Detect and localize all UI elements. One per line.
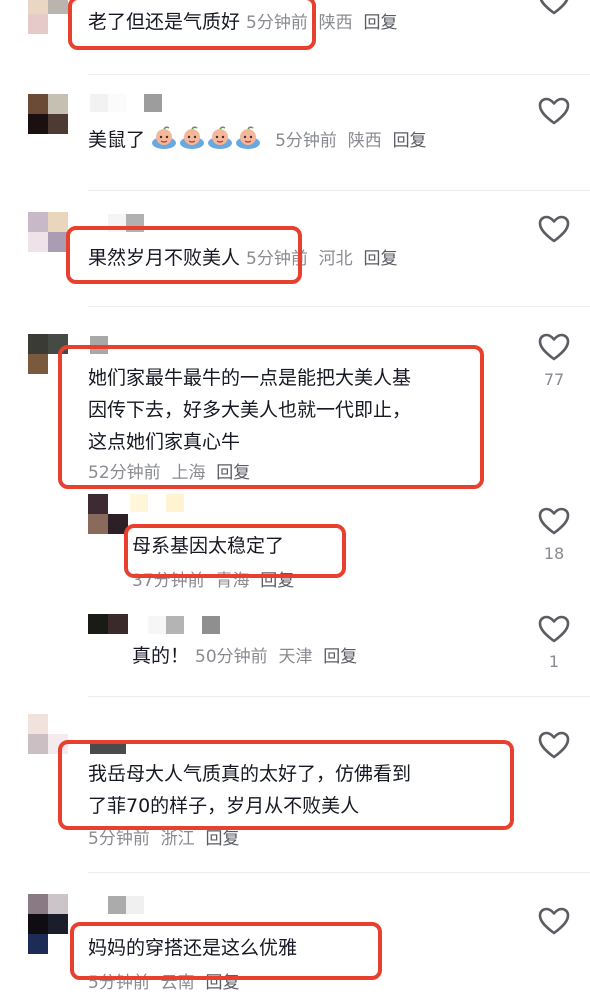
comment-time: 52分钟前 <box>88 463 161 483</box>
username-redacted[interactable] <box>130 494 184 512</box>
comment-text: 美鼠了 <box>88 129 146 151</box>
comment-text: 因传下去，好多大美人也就一代即止， <box>88 399 412 421</box>
avatar[interactable] <box>28 714 68 754</box>
comment-text: 她们家最牛最牛的一点是能把大美人基 <box>88 367 412 389</box>
heart-outline-icon[interactable] <box>538 906 570 936</box>
heart-outline-icon[interactable] <box>538 214 570 244</box>
comment-time: 50分钟前 <box>195 647 268 667</box>
reply-button[interactable]: 回复 <box>260 571 294 591</box>
avatar[interactable] <box>28 94 68 134</box>
comment-time: 5分钟前 <box>88 973 150 993</box>
comment-location: 青海 <box>215 571 250 591</box>
comment-time: 5分钟前 <box>275 131 337 151</box>
comment-text-line: 真的！ 50分钟前 天津 回复 <box>132 640 357 673</box>
comment-text: 妈妈的穿搭还是这么优雅 <box>88 937 298 959</box>
avatar[interactable] <box>28 212 68 252</box>
peach-face-emoji <box>235 126 261 150</box>
heart-outline-icon[interactable] <box>538 96 570 126</box>
divider <box>88 74 590 75</box>
comment-location: 云南 <box>160 973 195 993</box>
divider <box>88 696 590 697</box>
comment-text: 了菲70的样子，岁月从不败美人 <box>88 795 360 817</box>
avatar[interactable] <box>28 0 68 34</box>
reply-button[interactable]: 回复 <box>363 249 397 269</box>
comment-location: 陕西 <box>318 13 353 33</box>
comment-text: 真的！ <box>132 645 190 667</box>
comment-time: 37分钟前 <box>132 571 205 591</box>
heart-outline-icon[interactable] <box>538 0 570 16</box>
comment-location: 河北 <box>318 249 353 269</box>
reply-button[interactable]: 回复 <box>393 131 427 151</box>
comment-location: 陕西 <box>347 131 382 151</box>
peach-face-emoji <box>207 126 233 150</box>
username-redacted[interactable] <box>90 214 144 232</box>
comment-text-line: 老了但还是气质好 5分钟前 陕西 回复 <box>88 6 397 39</box>
comment-meta: 37分钟前 青海 回复 <box>132 566 294 591</box>
avatar[interactable] <box>28 894 68 954</box>
comment-text-line: 果然岁月不败美人 5分钟前 河北 回复 <box>88 242 397 275</box>
comment-text: 果然岁月不败美人 <box>88 247 241 269</box>
reply-button[interactable]: 回复 <box>216 463 250 483</box>
username-redacted[interactable] <box>130 616 220 634</box>
comment-location: 上海 <box>171 463 206 483</box>
avatar[interactable] <box>88 494 128 534</box>
comment-text: 母系基因太稳定了 <box>132 535 285 557</box>
heart-outline-icon[interactable] <box>538 332 570 362</box>
comment-text-line: 我岳母大人气质真的太好了，仿佛看到 了菲70的样子，岁月从不败美人 <box>88 758 411 822</box>
comment-time: 5分钟前 <box>88 829 150 849</box>
peach-face-emoji <box>179 126 205 150</box>
comment-time: 5分钟前 <box>246 13 308 33</box>
username-redacted[interactable] <box>90 94 162 112</box>
comment-location: 浙江 <box>160 829 195 849</box>
heart-outline-icon[interactable] <box>538 506 570 536</box>
peach-face-emoji <box>151 126 177 150</box>
heart-outline-icon[interactable] <box>538 614 570 644</box>
comment-meta: 5分钟前 浙江 回复 <box>88 824 239 849</box>
comment-time: 5分钟前 <box>246 249 308 269</box>
avatar[interactable] <box>88 614 128 634</box>
divider <box>88 306 590 307</box>
comment-location: 天津 <box>278 647 313 667</box>
comment-text: 老了但还是气质好 <box>88 11 241 33</box>
username-redacted[interactable] <box>90 896 144 914</box>
avatar[interactable] <box>28 334 68 374</box>
comment-text: 这点她们家真心牛 <box>88 431 241 453</box>
comment-text: 我岳母大人气质真的太好了，仿佛看到 <box>88 763 412 785</box>
reply-button[interactable]: 回复 <box>323 647 357 667</box>
comment-meta: 52分钟前 上海 回复 <box>88 458 250 483</box>
like-count: 18 <box>543 544 565 563</box>
reply-button[interactable]: 回复 <box>205 829 239 849</box>
divider <box>88 190 590 191</box>
like-count: 1 <box>548 652 560 671</box>
reply-button[interactable]: 回复 <box>205 973 239 993</box>
username-redacted[interactable] <box>90 336 108 354</box>
comment-meta: 5分钟前 云南 回复 <box>88 968 239 993</box>
comment-text-line: 她们家最牛最牛的一点是能把大美人基 因传下去，好多大美人也就一代即止， 这点她们… <box>88 362 411 458</box>
heart-outline-icon[interactable] <box>538 730 570 760</box>
divider <box>88 872 590 873</box>
reply-button[interactable]: 回复 <box>363 13 397 33</box>
comment-text-line: 美鼠了 5分钟前 陕西 回复 <box>88 124 427 157</box>
like-count: 77 <box>543 370 565 389</box>
